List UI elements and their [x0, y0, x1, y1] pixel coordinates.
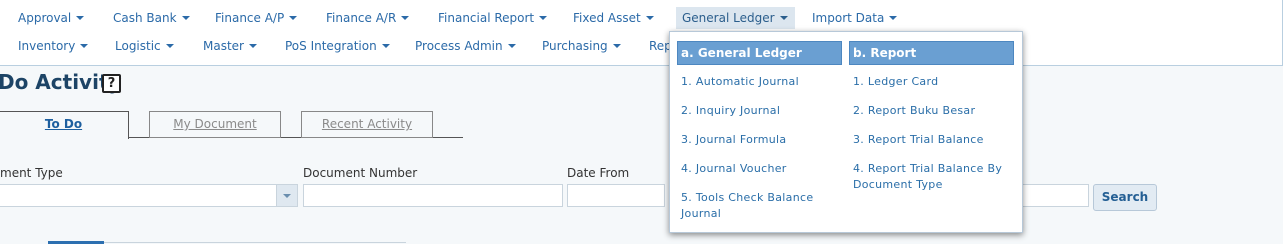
menu-label: Finance A/P [215, 11, 285, 25]
top-menu-bar: Approval Cash Bank Finance A/P Finance A… [0, 0, 1283, 66]
menu-item-journal-formula[interactable]: 3. Journal Formula [681, 132, 831, 148]
menu-item-automatic-journal[interactable]: 1. Automatic Journal [681, 74, 831, 90]
menu-item-report-trial-balance-by-document-type[interactable]: 4. Report Trial Balance By Document Type [853, 161, 1013, 193]
menu-fixed-asset[interactable]: Fixed Asset [569, 7, 658, 29]
caret-down-icon [612, 44, 621, 48]
menu-logistic[interactable]: Logistic [111, 35, 178, 57]
date-from-label: Date From [567, 166, 630, 180]
caret-down-icon [539, 16, 548, 20]
search-button[interactable]: Search [1093, 184, 1157, 211]
caret-down-icon [80, 44, 89, 48]
caret-down-icon [181, 16, 190, 20]
menu-label: Import Data [812, 11, 885, 25]
menu-item-inquiry-journal[interactable]: 2. Inquiry Journal [681, 103, 831, 119]
grid-divider [104, 242, 406, 243]
caret-down-icon [248, 44, 257, 48]
tab-to-do[interactable]: To Do [0, 111, 129, 139]
menu-purchasing[interactable]: Purchasing [538, 35, 625, 57]
menu-approval[interactable]: Approval [14, 7, 88, 29]
menu-label: Purchasing [542, 39, 608, 53]
dropdown-button[interactable] [276, 185, 297, 206]
menu-cash-bank[interactable]: Cash Bank [109, 7, 194, 29]
caret-down-icon [76, 16, 85, 20]
date-to-input[interactable] [1020, 184, 1089, 207]
menu-label: Finance A/R [326, 11, 397, 25]
menu-financial-report[interactable]: Financial Report [434, 7, 551, 29]
document-type-label: ment Type [0, 166, 63, 180]
menu-item-journal-voucher[interactable]: 4. Journal Voucher [681, 161, 831, 177]
menu-label: PoS Integration [285, 39, 377, 53]
date-from-input[interactable] [567, 184, 665, 207]
menu-label: Fixed Asset [573, 11, 641, 25]
caret-down-icon [165, 44, 174, 48]
menu-label: Financial Report [438, 11, 535, 25]
chevron-down-icon [283, 194, 291, 198]
menu-item-ledger-card[interactable]: 1. Ledger Card [853, 74, 1013, 90]
document-number-label: Document Number [303, 166, 418, 180]
caret-down-icon [889, 16, 898, 20]
caret-down-icon [507, 44, 516, 48]
tab-my-document[interactable]: My Document [149, 111, 281, 138]
document-type-select[interactable] [0, 184, 298, 207]
menu-finance-ap[interactable]: Finance A/P [211, 7, 301, 29]
menu-label: General Ledger [682, 11, 775, 25]
document-number-input[interactable] [303, 184, 563, 207]
caret-down-icon [779, 16, 788, 20]
menu-import-data[interactable]: Import Data [808, 7, 901, 29]
caret-down-icon [289, 16, 298, 20]
section-header-general-ledger: a. General Ledger [677, 41, 842, 65]
menu-master[interactable]: Master [199, 35, 261, 57]
menu-label: Logistic [115, 39, 161, 53]
menu-label: Master [203, 39, 244, 53]
menu-finance-ar[interactable]: Finance A/R [322, 7, 413, 29]
caret-down-icon [645, 16, 654, 20]
menu-item-tools-check-balance-journal[interactable]: 5. Tools Check Balance Journal [681, 190, 831, 222]
menu-general-ledger[interactable]: General Ledger [676, 7, 795, 29]
help-icon[interactable]: ? [102, 74, 121, 93]
menu-inventory[interactable]: Inventory [14, 35, 92, 57]
general-ledger-dropdown: a. General Ledger b. Report 1. Automatic… [669, 31, 1023, 233]
menu-label: Process Admin [415, 39, 503, 53]
caret-down-icon [381, 44, 390, 48]
menu-label: Inventory [18, 39, 76, 53]
menu-item-report-trial-balance[interactable]: 3. Report Trial Balance [853, 132, 1013, 148]
menu-label: Cash Bank [113, 11, 177, 25]
menu-pos-integration[interactable]: PoS Integration [281, 35, 394, 57]
menu-label: Approval [18, 11, 72, 25]
menu-process-admin[interactable]: Process Admin [411, 35, 520, 57]
tab-recent-activity[interactable]: Recent Activity [301, 111, 433, 138]
menu-item-report-buku-besar[interactable]: 2. Report Buku Besar [853, 103, 1013, 119]
section-header-report: b. Report [849, 41, 1014, 65]
caret-down-icon [401, 16, 410, 20]
